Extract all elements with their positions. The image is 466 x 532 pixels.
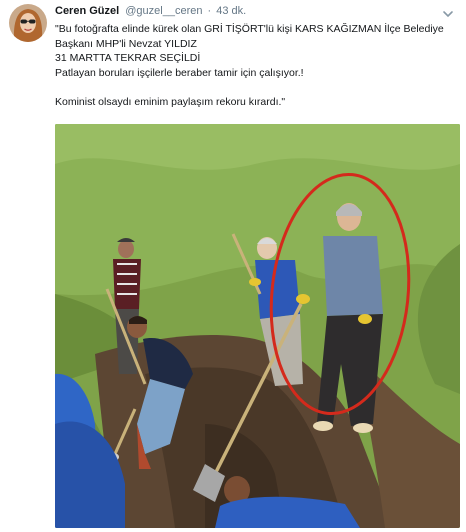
tweet-text: "Bu fotoğrafta elinde kürek olan GRİ TİŞ… [55, 22, 455, 109]
timestamp[interactable]: 43 dk. [216, 5, 246, 17]
separator: · [207, 5, 212, 17]
display-name[interactable]: Ceren Güzel [55, 5, 119, 17]
user-handle[interactable]: @guzel__ceren [125, 5, 202, 17]
tweet-text-line: "Bu fotoğrafta elinde kürek olan GRİ TİŞ… [55, 23, 444, 35]
paragraph-break [55, 80, 455, 95]
tweet-text-line: 31 MARTTA TEKRAR SEÇİLDİ [55, 52, 201, 64]
tweet-text-line: Kominist olsaydı eminim paylaşım rekoru … [55, 95, 286, 108]
chevron-down-icon[interactable] [442, 6, 454, 18]
avatar[interactable] [9, 4, 47, 42]
tweet-card: Ceren Güzel @guzel__ceren · 43 dk. "Bu f… [0, 0, 466, 532]
tweet-header: Ceren Güzel @guzel__ceren · 43 dk. [55, 4, 455, 18]
tweet-text-line: Patlayan boruları işçilerle beraber tami… [55, 66, 304, 79]
tweet-text-line: Başkanı MHP'li Nevzat YILDIZ [55, 37, 197, 50]
tweet-photo[interactable] [55, 124, 460, 528]
